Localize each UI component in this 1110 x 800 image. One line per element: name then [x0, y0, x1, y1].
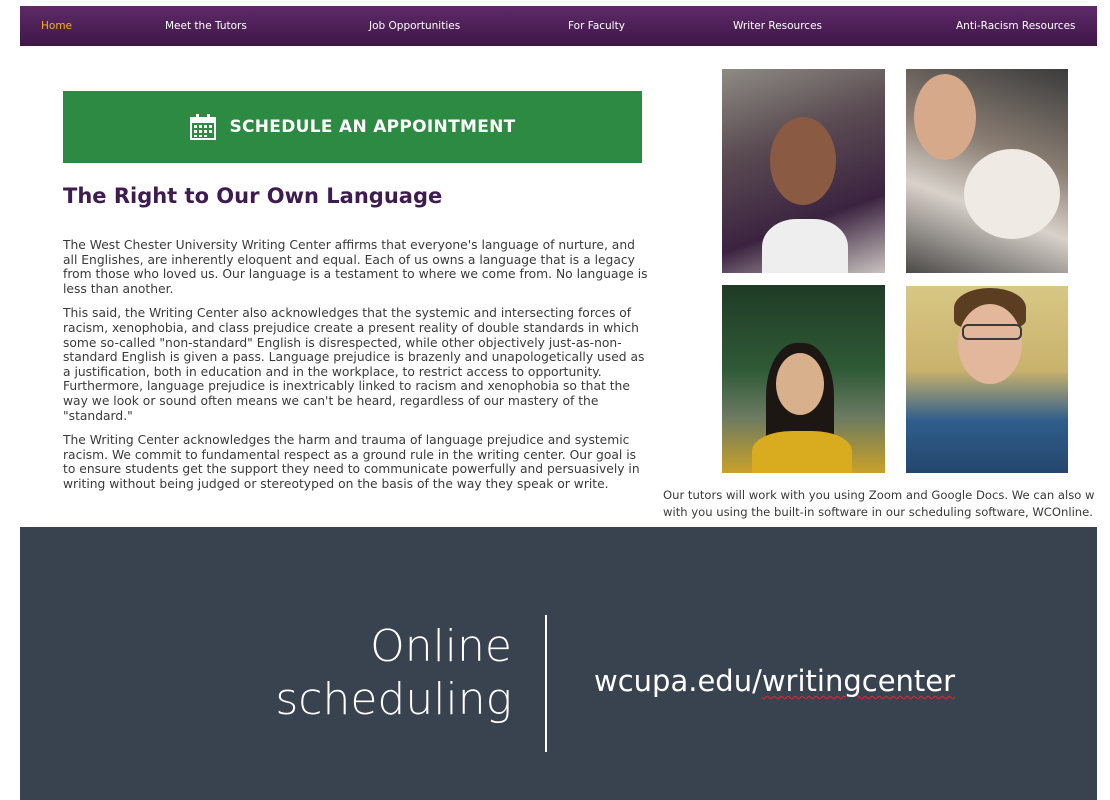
article-body: The West Chester University Writing Cent… — [63, 238, 648, 526]
article-paragraph: The West Chester University Writing Cent… — [63, 238, 648, 296]
tutor-photo — [722, 69, 885, 273]
banner-title-line: Online — [370, 621, 512, 672]
caption-line: Our tutors will work with you using Zoom… — [663, 488, 1095, 502]
tutor-photo — [906, 69, 1068, 273]
tutor-photo — [722, 285, 885, 473]
caption-line: with you using the built-in software in … — [663, 505, 1093, 519]
url-suffix: writingcenter — [761, 664, 956, 698]
online-scheduling-banner: Online scheduling wcupa.edu/writingcente… — [20, 527, 1097, 800]
nav-item-writer-resources[interactable]: Writer Resources — [733, 6, 822, 46]
article-paragraph: This said, the Writing Center also ackno… — [63, 306, 645, 423]
tutors-caption: Our tutors will work with you using Zoom… — [663, 487, 1110, 521]
banner-divider — [545, 615, 547, 752]
writing-center-url[interactable]: wcupa.edu/writingcenter — [594, 664, 955, 698]
schedule-appointment-label: SCHEDULE AN APPOINTMENT — [229, 117, 516, 137]
nav-item-home[interactable]: Home — [41, 6, 72, 46]
page-heading: The Right to Our Own Language — [63, 184, 443, 208]
calendar-icon — [190, 114, 217, 140]
nav-item-job-opportunities[interactable]: Job Opportunities — [369, 6, 460, 46]
url-prefix: wcupa.edu/ — [594, 664, 762, 698]
nav-item-for-faculty[interactable]: For Faculty — [568, 6, 625, 46]
banner-title-line: scheduling — [275, 674, 512, 725]
nav-item-meet-the-tutors[interactable]: Meet the Tutors — [165, 6, 247, 46]
top-nav: Home Meet the Tutors Job Opportunities F… — [20, 6, 1097, 46]
banner-title: Online scheduling — [275, 620, 512, 726]
nav-item-anti-racism-resources[interactable]: Anti-Racism Resources — [956, 6, 1076, 46]
article-paragraph: The Writing Center acknowledges the harm… — [63, 433, 640, 491]
tutor-photo — [906, 286, 1068, 473]
schedule-appointment-button[interactable]: SCHEDULE AN APPOINTMENT — [63, 91, 642, 163]
